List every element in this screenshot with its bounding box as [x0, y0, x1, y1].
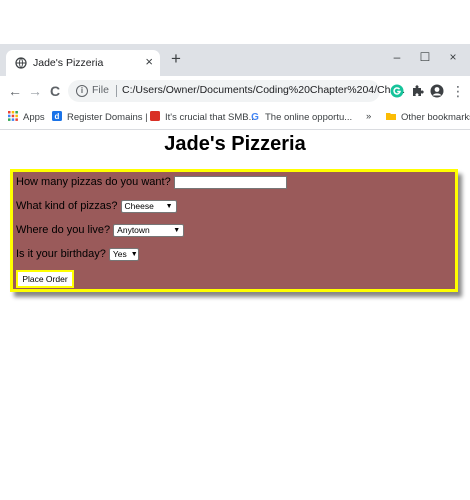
tab-close-icon[interactable]: × — [145, 54, 153, 70]
quantity-input[interactable] — [173, 175, 287, 189]
svg-text:G: G — [251, 112, 259, 121]
location-select-value: Anytown — [117, 225, 150, 235]
bookmark-apps-label: Apps — [23, 112, 45, 123]
info-icon[interactable]: i — [76, 85, 88, 97]
kind-row: What kind of pizzas? Cheese ▼ — [16, 198, 177, 214]
location-row: Where do you live? Anytown ▼ — [16, 222, 185, 238]
location-select[interactable]: Anytown ▼ — [113, 223, 185, 237]
menu-dots-icon[interactable]: ⋮ — [449, 82, 467, 100]
folder-icon — [386, 113, 396, 120]
google-icon: G — [251, 112, 259, 121]
birthday-row: Is it your birthday? Yes ▼ — [16, 246, 139, 262]
bookmark-register-domains[interactable]: d Register Domains | ... — [52, 111, 158, 123]
window-close-icon[interactable]: × — [440, 48, 466, 66]
bookmark-other[interactable]: Other bookmarks — [386, 111, 470, 123]
globe-icon — [15, 57, 27, 69]
bookmarks-overflow-icon[interactable]: » — [366, 111, 371, 122]
bookmark-register-domains-label: Register Domains | ... — [67, 112, 159, 123]
quantity-label: How many pizzas do you want? — [16, 176, 171, 188]
quantity-row: How many pizzas do you want? — [16, 174, 287, 190]
bookmark-other-label: Other bookmarks — [401, 112, 470, 123]
browser-window: Jade's Pizzeria × + – ☐ × ← → C i File C… — [0, 44, 470, 500]
back-icon[interactable]: ← — [6, 82, 24, 100]
new-tab-icon[interactable]: + — [166, 49, 186, 69]
bookmark-apps[interactable]: Apps — [8, 111, 45, 123]
place-order-button[interactable]: Place Order — [16, 270, 74, 288]
tab-title: Jade's Pizzeria — [33, 57, 104, 69]
site-favicon-icon — [150, 111, 160, 121]
kind-select[interactable]: Cheese ▼ — [120, 199, 177, 213]
chevron-down-icon: ▼ — [130, 250, 138, 258]
godaddy-icon: d — [52, 111, 62, 121]
kind-label: What kind of pizzas? — [16, 200, 118, 212]
birthday-select[interactable]: Yes ▼ — [108, 247, 139, 261]
grammarly-extension-icon[interactable] — [390, 84, 404, 98]
page-content: Jade's Pizzeria How many pizzas do you w… — [0, 131, 470, 500]
chevron-down-icon: ▼ — [173, 226, 181, 234]
maximize-icon[interactable]: ☐ — [412, 48, 438, 66]
minimize-icon[interactable]: – — [384, 48, 410, 66]
puzzle-extensions-icon[interactable] — [410, 84, 424, 98]
bookmark-smb[interactable]: It's crucial that SMB... — [150, 111, 257, 123]
apps-grid-icon — [8, 111, 18, 121]
bookmark-smb-label: It's crucial that SMB... — [165, 112, 257, 123]
url-text[interactable]: C:/Users/Owner/Documents/Coding%20Chapte… — [122, 84, 405, 96]
bookmarks-bar: Apps d Register Domains | ... It's crucia… — [0, 106, 470, 130]
birthday-select-value: Yes — [112, 249, 127, 259]
browser-toolbar: ← → C i File C:/Users/Owner/Documents/Co… — [0, 76, 470, 106]
birthday-label: Is it your birthday? — [16, 248, 106, 260]
chevron-down-icon: ▼ — [165, 202, 173, 210]
page-title: Jade's Pizzeria — [164, 133, 306, 155]
bookmark-online-opportunity[interactable]: G The online opportu... — [250, 111, 352, 123]
tab-strip: Jade's Pizzeria × + – ☐ × — [0, 44, 470, 76]
location-label: Where do you live? — [16, 224, 111, 236]
tab-jades-pizzeria[interactable]: Jade's Pizzeria × — [6, 50, 160, 76]
url-separator — [116, 85, 117, 97]
forward-icon[interactable]: → — [26, 82, 44, 100]
svg-text:d: d — [55, 112, 60, 121]
order-form: How many pizzas do you want? What kind o… — [10, 169, 458, 292]
url-scheme: File — [92, 84, 109, 96]
address-bar[interactable]: i File C:/Users/Owner/Documents/Coding%2… — [68, 80, 442, 102]
profile-avatar-icon[interactable] — [430, 84, 444, 98]
kind-select-value: Cheese — [124, 201, 154, 211]
reload-icon[interactable]: C — [46, 82, 64, 100]
bookmark-online-opportunity-label: The online opportu... — [265, 112, 353, 123]
